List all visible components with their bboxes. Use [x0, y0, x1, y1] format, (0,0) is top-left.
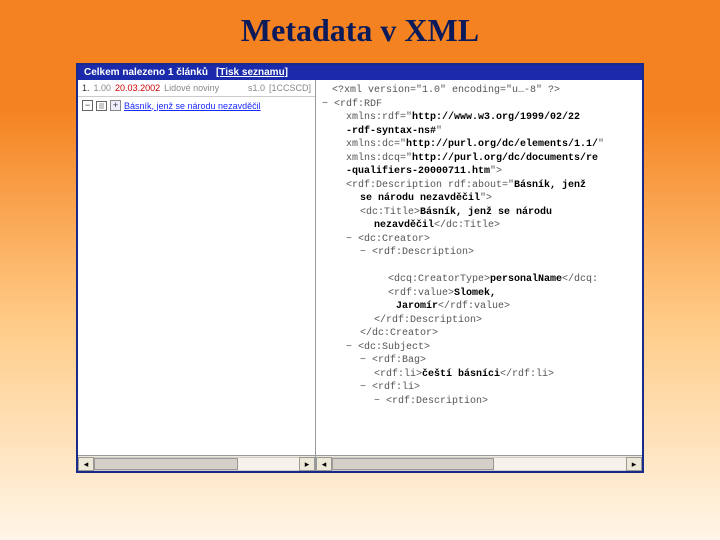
xml-line: − <dc:Creator>: [322, 233, 636, 247]
expand-icon[interactable]: +: [110, 100, 121, 111]
results-pane: 1. 1.00 20.03.2002 Lidové noviny s1.0 [1…: [78, 80, 316, 455]
xml-line: <rdf:Description rdf:about="Básník, jenž: [322, 179, 636, 193]
app-window: Celkem nalezeno 1 článků [Tisk seznamu] …: [76, 63, 644, 473]
xml-line: − <rdf:li>: [322, 381, 636, 395]
scroll-left-icon[interactable]: ◂: [78, 457, 94, 471]
xml-line: − <rdf:Description>: [322, 395, 636, 409]
result-page: s1.0: [248, 83, 265, 93]
xml-line: </dc:Creator>: [322, 327, 636, 341]
xml-line: -qualifiers-20000711.htm">: [322, 165, 636, 179]
scroll-thumb[interactable]: [332, 458, 494, 470]
slide-title: Metadata v XML: [0, 0, 720, 63]
scroll-left-icon[interactable]: ◂: [316, 457, 332, 471]
scroll-track[interactable]: [94, 457, 299, 471]
xml-line: </rdf:Description>: [322, 314, 636, 328]
xml-line: <?xml version="1.0" encoding="u…-8" ?>: [322, 84, 636, 98]
result-header-row: 1. 1.00 20.03.2002 Lidové noviny s1.0 [1…: [78, 80, 315, 97]
result-item-row: − + Básník, jenž se národu nezavděčil: [78, 97, 315, 114]
xml-line: <rdf:value>Slomek,: [322, 287, 636, 301]
xml-line: − <rdf:RDF: [322, 98, 636, 112]
collapse-icon[interactable]: −: [82, 100, 93, 111]
result-source: Lidové noviny: [164, 83, 219, 93]
xml-line: <dcq:CreatorType>personalName</dcq:: [322, 273, 636, 287]
xml-line: -rdf-syntax-ns#": [322, 125, 636, 139]
scroll-track[interactable]: [332, 457, 626, 471]
xml-line: Jaromír</rdf:value>: [322, 300, 636, 314]
xml-line: nezavděčil</dc:Title>: [322, 219, 636, 233]
xml-blank: [322, 260, 636, 274]
xml-line: se národu nezavděčil">: [322, 192, 636, 206]
scroll-right-icon[interactable]: ▸: [626, 457, 642, 471]
scroll-thumb[interactable]: [94, 458, 238, 470]
xml-line: <dc:Title>Básník, jenž se národu: [322, 206, 636, 220]
scroll-right-icon[interactable]: ▸: [299, 457, 315, 471]
right-hscrollbar[interactable]: ◂ ▸: [316, 455, 642, 471]
doc-icon: [96, 101, 107, 111]
print-list-link[interactable]: [Tisk seznamu]: [216, 67, 288, 78]
xml-line: − <rdf:Description>: [322, 246, 636, 260]
result-score: 1.00: [94, 83, 112, 93]
header-bar: Celkem nalezeno 1 článků [Tisk seznamu]: [78, 65, 642, 80]
xml-line: <rdf:li>čeští básníci</rdf:li>: [322, 368, 636, 382]
xml-line: xmlns:rdf="http://www.w3.org/1999/02/22: [322, 111, 636, 125]
scrollbars: ◂ ▸ ◂ ▸: [78, 455, 642, 471]
result-date: 20.03.2002: [115, 83, 160, 93]
xml-line: − <rdf:Bag>: [322, 354, 636, 368]
content-area: 1. 1.00 20.03.2002 Lidové noviny s1.0 [1…: [78, 80, 642, 455]
result-code: [1CCSCD]: [269, 83, 311, 93]
results-count: Celkem nalezeno 1 článků: [84, 67, 208, 78]
xml-line: − <dc:Subject>: [322, 341, 636, 355]
xml-line: xmlns:dcq="http://purl.org/dc/documents/…: [322, 152, 636, 166]
left-hscrollbar[interactable]: ◂ ▸: [78, 455, 316, 471]
article-title-link[interactable]: Básník, jenž se národu nezavděčil: [124, 101, 261, 111]
result-index: 1.: [82, 83, 90, 93]
xml-source-pane: <?xml version="1.0" encoding="u…-8" ?> −…: [316, 80, 642, 455]
xml-line: xmlns:dc="http://purl.org/dc/elements/1.…: [322, 138, 636, 152]
